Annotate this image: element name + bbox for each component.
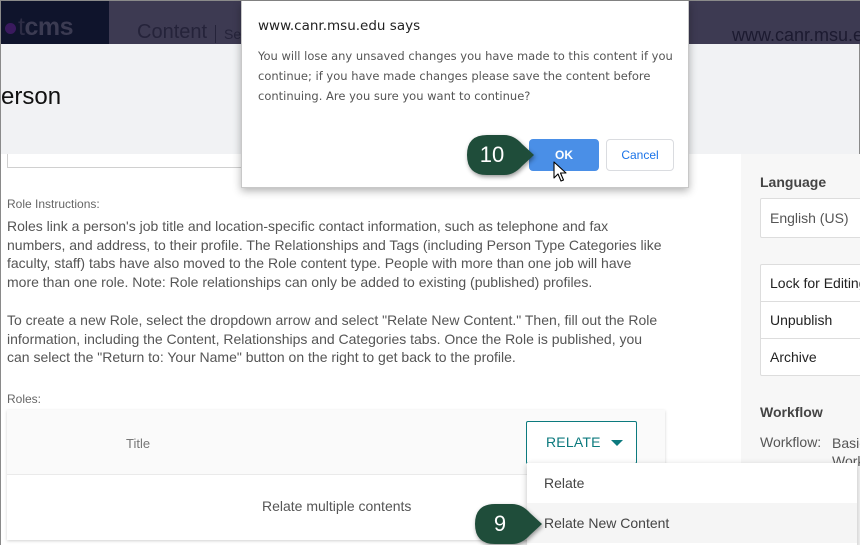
dotcms-logo[interactable]: tcms: [5, 14, 73, 40]
role-instructions-text-2: To create a new Role, select the dropdow…: [7, 312, 658, 365]
archive-button[interactable]: Archive: [761, 339, 860, 376]
empty-table-message: Relate multiple contents: [262, 498, 412, 514]
step-callout-10: 10: [466, 134, 536, 176]
role-instructions-text: Roles link a person's job title and loca…: [7, 218, 662, 290]
step-number-9: 9: [493, 511, 507, 536]
roles-label: Roles:: [7, 392, 42, 406]
relate-menu: Relate Relate New Content: [527, 463, 857, 545]
logo-dot-icon: [5, 23, 16, 34]
lock-for-editing-button[interactable]: Lock for Editing: [761, 265, 860, 302]
workflow-label: Workflow:: [760, 434, 822, 450]
previous-field[interactable]: [7, 154, 241, 168]
nav-next-item[interactable]: Se: [224, 26, 241, 42]
site-selector[interactable]: www.canr.msu.edu: [732, 25, 860, 46]
caret-down-icon: [611, 440, 623, 446]
content-actions: Lock for Editing Unpublish Archive: [760, 264, 860, 376]
dialog-title: www.canr.msu.edu says: [258, 18, 421, 34]
relate-button-label: RELATE: [546, 434, 601, 450]
page-title: erson: [1, 83, 62, 110]
step-number-10: 10: [479, 142, 505, 167]
language-select[interactable]: English (US): [760, 198, 860, 238]
workflow-heading: Workflow: [760, 404, 823, 420]
column-header-title[interactable]: Title: [126, 436, 150, 451]
dialog-message: You will lose any unsaved changes you ha…: [258, 49, 673, 103]
workflow-value-line1: Basic: [832, 435, 860, 451]
menu-item-relate-new-content[interactable]: Relate New Content: [527, 503, 857, 543]
language-heading: Language: [760, 174, 827, 190]
confirm-dialog: www.canr.msu.edu says You will lose any …: [241, 1, 689, 188]
alert-cancel-button[interactable]: Cancel: [606, 139, 674, 171]
logo-area: tcms: [1, 1, 109, 44]
unpublish-button[interactable]: Unpublish: [761, 302, 860, 339]
nav-divider: [215, 25, 216, 43]
step-callout-9: 9: [474, 503, 544, 545]
menu-item-relate[interactable]: Relate: [527, 463, 857, 503]
mouse-pointer-icon: [553, 161, 567, 188]
nav-content[interactable]: Content: [137, 21, 207, 44]
role-instructions-label: Role Instructions:: [7, 197, 100, 211]
relate-dropdown-button[interactable]: RELATE: [526, 421, 637, 464]
